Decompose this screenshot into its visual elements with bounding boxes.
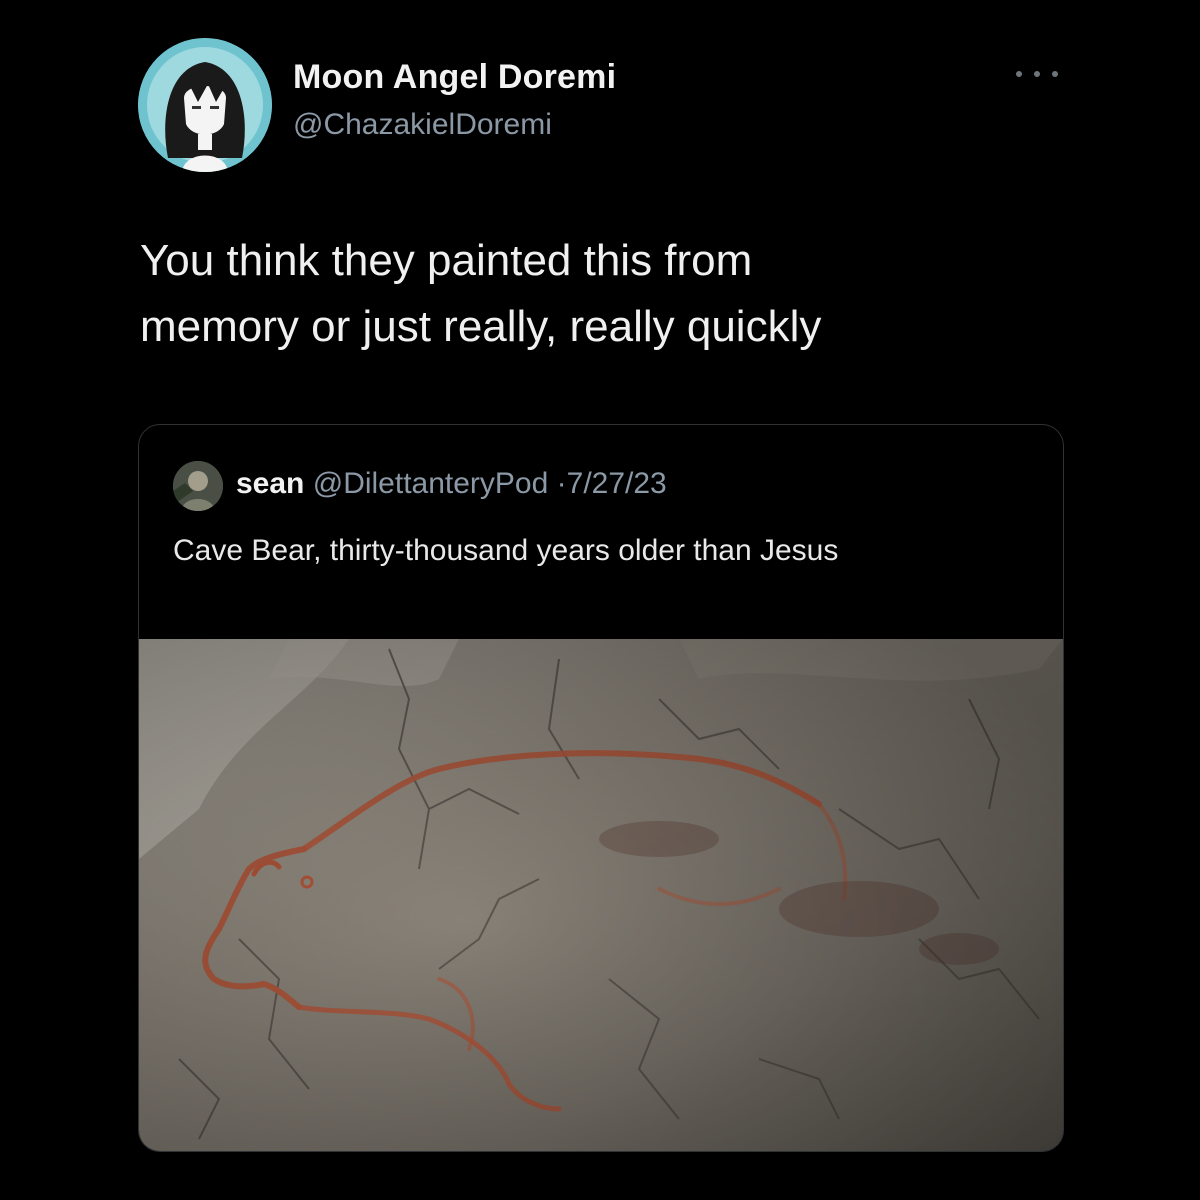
quoted-tweet-date[interactable]: 7/27/23 <box>567 467 667 500</box>
quoted-tweet-text: Cave Bear, thirty-thousand years older t… <box>173 534 839 567</box>
cave-bear-painting-image <box>139 639 1063 1151</box>
quoted-tweet-media[interactable] <box>139 639 1063 1151</box>
anime-girl-avatar-icon <box>138 38 272 172</box>
more-dot <box>1016 71 1022 77</box>
more-dot <box>1034 71 1040 77</box>
author-display-name[interactable]: Moon Angel Doremi <box>293 58 616 97</box>
profile-avatar-icon <box>173 461 223 511</box>
quoted-author-avatar[interactable] <box>173 461 223 511</box>
quoted-author-name[interactable]: sean <box>236 467 304 500</box>
quoted-tweet-header: sean @DilettanteryPod ·7/27/23 <box>236 467 667 501</box>
author-handle[interactable]: @ChazakielDoremi <box>293 108 552 142</box>
header-separator: · <box>556 467 567 500</box>
quoted-author-handle[interactable]: @DilettanteryPod <box>313 467 549 500</box>
more-options-icon[interactable] <box>1016 62 1058 86</box>
quoted-tweet-card[interactable]: sean @DilettanteryPod ·7/27/23 Cave Bear… <box>138 424 1064 1152</box>
more-dot <box>1052 71 1058 77</box>
tweet-text: You think they painted this from memory … <box>140 236 822 351</box>
author-avatar[interactable] <box>138 38 272 172</box>
